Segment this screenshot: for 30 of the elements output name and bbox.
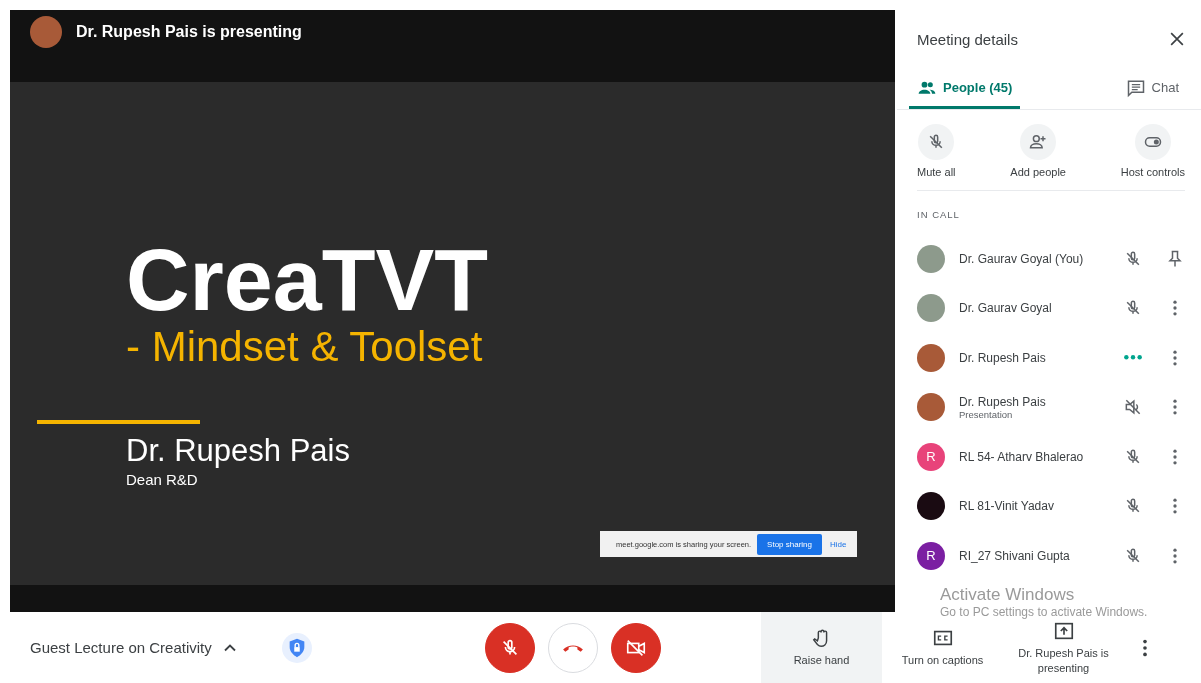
action-button[interactable]: Host controls [1120,124,1185,178]
slide-author: Dr. Rupesh Pais [126,432,350,470]
mic-button[interactable] [485,622,535,673]
avatar [30,16,62,48]
meeting-title: Guest Lecture on Creativity [30,639,212,656]
participant-name: RI_27 Shivani Gupta [959,548,1071,563]
activation-text: Go to PC settings to activate Windows. [940,605,1148,620]
tab[interactable]: People (45) [909,69,1021,109]
stop-sharing-button[interactable]: Stop sharing [757,533,822,555]
section-label: IN CALL [917,209,961,220]
avatar: R [917,442,945,471]
participant-subtitle: Presentation [959,408,1013,420]
action-button[interactable]: Add people [1010,124,1066,178]
presenter-text: Dr. Rupesh Pais is presenting [76,22,302,42]
participant-name: Dr. Rupesh Pais [959,394,1047,409]
add-person-icon [1028,132,1049,152]
participant-name: RL 81-Vinit Yadav [959,499,1055,514]
participant-name: Dr. Rupesh Pais [959,350,1047,365]
camera-button[interactable] [611,622,661,673]
activation-title: Activate Windows [940,585,1076,605]
tab[interactable]: Chat [1117,69,1187,109]
slide-role: Dean R&D [126,470,198,490]
dots-icon [1123,354,1143,362]
avatar: R [917,541,945,570]
hide-link[interactable]: Hide [830,539,847,549]
panel-title: Meeting details [917,30,1018,48]
participant-name: Dr. Gaurav Goyal (You) [959,251,1085,266]
toolbar-button[interactable]: Raise hand [761,612,882,683]
participant-name: RL 54- Atharv Bhalerao [959,449,1085,464]
participant-name: Dr. Gaurav Goyal [959,301,1053,316]
